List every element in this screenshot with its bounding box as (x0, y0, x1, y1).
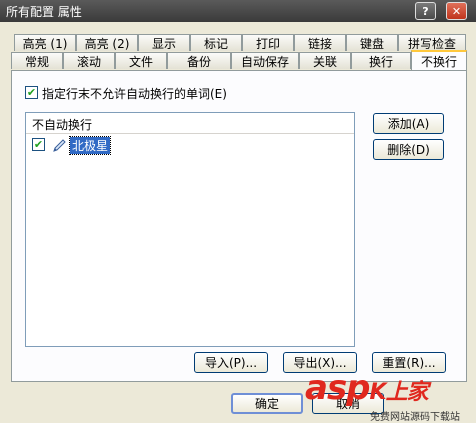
tab-association[interactable]: 关联 (299, 52, 351, 69)
tab-general[interactable]: 常规 (11, 52, 63, 69)
ok-button[interactable]: 确定 (231, 393, 303, 414)
tab-display[interactable]: 显示 (138, 34, 190, 51)
list-item-label: 北极星 (68, 136, 112, 155)
tab-keyboard[interactable]: 键盘 (346, 34, 398, 51)
tab-print[interactable]: 打印 (242, 34, 294, 51)
close-button[interactable]: ✕ (446, 2, 467, 20)
tab-links[interactable]: 链接 (294, 34, 346, 51)
no-wrap-words-label: 指定行末不允许自动换行的单词(E) (42, 87, 227, 101)
list-header: 不自动换行 (26, 113, 354, 134)
tab-highlight-2[interactable]: 高亮 (2) (76, 34, 138, 51)
no-wrap-list[interactable]: 不自动换行 ✔ 北极星 (25, 112, 355, 347)
list-item[interactable]: ✔ 北极星 (32, 136, 232, 155)
watermark-tagline: 免费网站源码下载站 (370, 412, 460, 423)
watermark-logo: aspK上家 (305, 368, 429, 408)
tab-wrap[interactable]: 换行 (351, 52, 411, 69)
import-button[interactable]: 导入(P)... (194, 352, 268, 373)
no-wrap-words-checkbox[interactable]: ✔ (25, 86, 38, 99)
tab-no-wrap[interactable]: 不换行 (411, 50, 467, 70)
help-button[interactable]: ? (415, 2, 436, 20)
tab-marks[interactable]: 标记 (190, 34, 242, 51)
window-title: 所有配置 属性 (6, 5, 82, 19)
tab-scroll[interactable]: 滚动 (63, 52, 115, 69)
pen-icon (52, 137, 68, 153)
tab-highlight-1[interactable]: 高亮 (1) (14, 34, 76, 51)
list-item-checkbox[interactable]: ✔ (32, 138, 45, 151)
list-header-label: 不自动换行 (32, 118, 93, 132)
tab-autosave[interactable]: 自动保存 (231, 52, 299, 69)
tab-file[interactable]: 文件 (115, 52, 167, 69)
tab-spellcheck[interactable]: 拼写检查 (398, 34, 466, 51)
delete-button[interactable]: 删除(D) (373, 139, 444, 160)
add-button[interactable]: 添加(A) (373, 113, 444, 134)
title-bar[interactable]: 所有配置 属性 ? ✕ (0, 0, 476, 22)
properties-dialog: 所有配置 属性 ? ✕ 高亮 (1) 高亮 (2) 显示 标记 打印 链接 键盘… (0, 0, 476, 423)
tab-backup[interactable]: 备份 (167, 52, 231, 69)
